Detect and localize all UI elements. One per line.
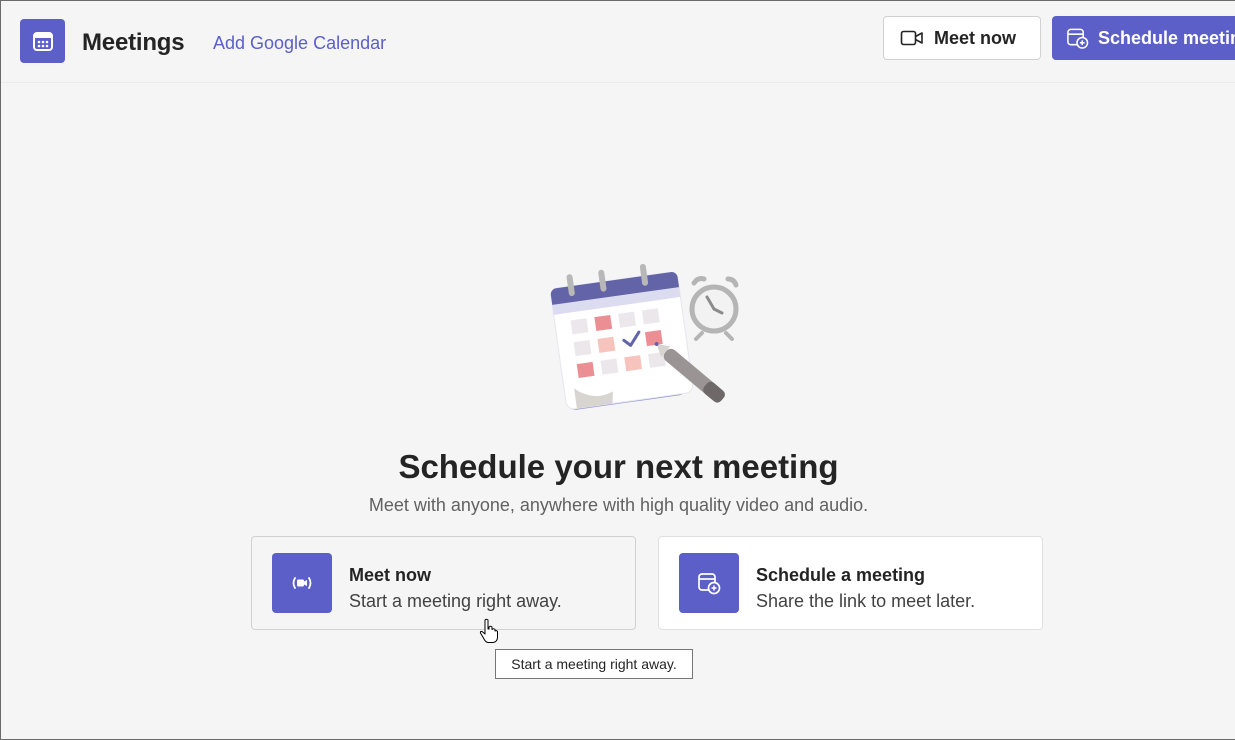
calendar-icon bbox=[32, 32, 53, 51]
meet-now-tooltip: Start a meeting right away. bbox=[495, 649, 693, 679]
schedule-meeting-label: Schedule meeting bbox=[1097, 27, 1235, 48]
calendar-app-icon bbox=[20, 19, 65, 63]
video-icon bbox=[292, 577, 312, 589]
meet-now-card-description: Start a meeting right away. bbox=[349, 591, 562, 611]
meet-now-label: Meet now bbox=[934, 27, 1017, 48]
video-camera-icon bbox=[900, 30, 923, 46]
meet-now-card[interactable]: Meet now Start a meeting right away. bbox=[251, 536, 636, 630]
empty-state-heading: Schedule your next meeting bbox=[398, 448, 839, 485]
schedule-meeting-card-title: Schedule a meeting bbox=[756, 565, 926, 585]
calendar-add-icon bbox=[1067, 28, 1089, 49]
schedule-meeting-card-icon bbox=[679, 553, 739, 613]
schedule-meeting-card-description: Share the link to meet later. bbox=[756, 591, 976, 611]
meet-now-card-icon bbox=[272, 553, 332, 613]
meet-now-button[interactable]: Meet now bbox=[883, 16, 1041, 60]
schedule-meeting-card[interactable]: Schedule a meeting Share the link to mee… bbox=[658, 536, 1043, 630]
empty-state-subheading: Meet with anyone, anywhere with high qua… bbox=[368, 495, 869, 515]
schedule-meeting-button[interactable]: Schedule meeting bbox=[1052, 16, 1235, 60]
page-title: Meetings bbox=[82, 29, 185, 56]
hand-cursor-icon bbox=[479, 618, 498, 643]
header-bar: Meetings Add Google Calendar Meet now Sc… bbox=[1, 1, 1235, 83]
calendar-add-icon bbox=[698, 573, 721, 595]
meetings-window: Meetings Add Google Calendar Meet now Sc… bbox=[0, 0, 1235, 740]
add-google-calendar-link[interactable]: Add Google Calendar bbox=[213, 33, 386, 54]
calendar-illustration bbox=[550, 263, 739, 410]
meet-now-card-title: Meet now bbox=[349, 565, 432, 585]
